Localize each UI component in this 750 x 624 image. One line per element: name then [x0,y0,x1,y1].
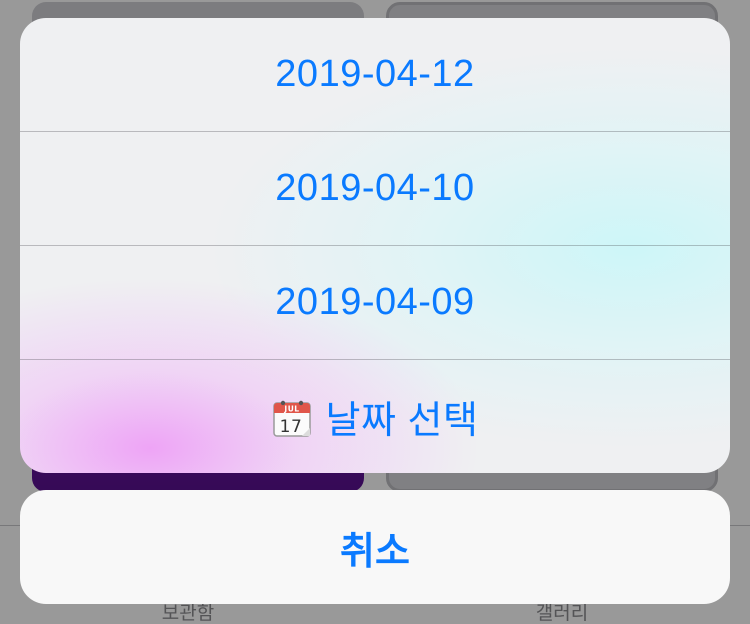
date-option-label: 2019-04-09 [275,281,475,323]
calendar-icon: JUL 17 [272,398,312,438]
select-date-button[interactable]: JUL 17 날짜 선택 [20,360,730,473]
date-option-button[interactable]: 2019-04-12 [20,18,730,131]
date-option-button[interactable]: 2019-04-09 [20,246,730,359]
action-sheet: 2019-04-12 2019-04-10 2019-04-09 JUL 17 … [20,18,730,473]
date-option-label: 2019-04-12 [275,53,475,95]
date-option-button[interactable]: 2019-04-10 [20,132,730,245]
cancel-label: 취소 [340,530,410,573]
calendar-month-text: JUL [283,404,299,413]
select-date-label: 날짜 선택 [325,400,479,442]
calendar-day-text: 17 [279,417,302,437]
cancel-button[interactable]: 취소 [20,490,730,604]
date-option-label: 2019-04-10 [275,167,475,209]
